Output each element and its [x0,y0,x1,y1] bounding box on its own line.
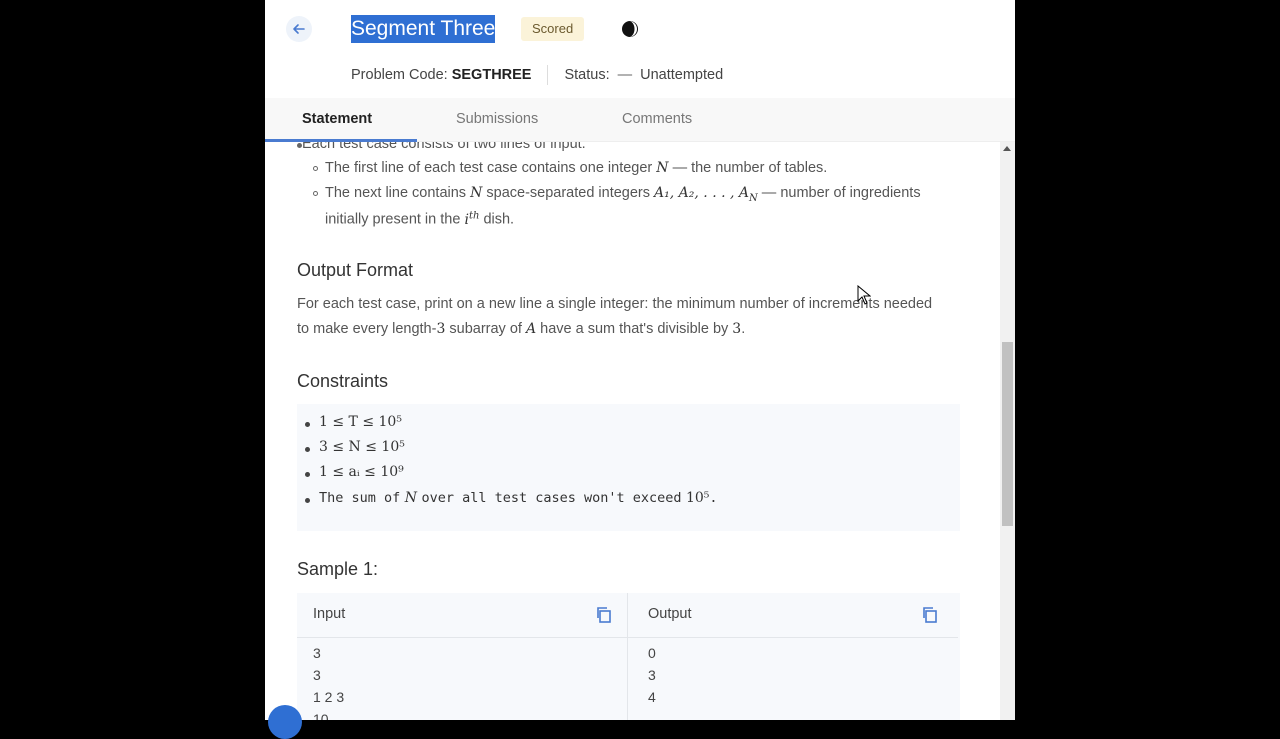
problem-code: SEGTHREE [451,67,532,83]
page-title: Segment Three [351,15,496,43]
sample-input-line: 3 [313,667,321,683]
arrow-left-icon [293,24,305,34]
bullet-dot [305,422,310,427]
tab-statement[interactable]: Statement [302,98,372,141]
bullet-dot [305,447,310,452]
problem-header: Segment Three Scored Problem Code: SEGTH… [265,0,1015,98]
statement-content: Each test case consists of two lines of … [265,142,1000,720]
sample-input-line: 1 2 3 [313,689,345,705]
problem-page: Segment Three Scored Problem Code: SEGTH… [265,0,1015,720]
bullet-dot [305,498,310,503]
back-button[interactable] [286,16,312,42]
status-label: Status: [564,67,610,83]
constraint-1: 1 ≤ T ≤ 10⁵ [319,414,402,430]
output-format-heading: Output Format [297,260,414,280]
constraint-2: 3 ≤ N ≤ 10⁵ [319,439,405,455]
moon-icon[interactable] [621,19,641,39]
bullet-dot [305,472,310,477]
bullet-circle [313,191,318,196]
mouse-pointer-icon [857,285,871,305]
input-line-3: initially present in the ith dish. [325,210,515,228]
problem-meta: Problem Code: SEGTHREE Status: — Unattem… [351,65,723,85]
sample-output-line: 0 [648,645,656,661]
sample-input-line: 3 [313,645,321,661]
input-format-line: Each test case consists of two lines of … [302,142,586,152]
scroll-up-arrow-icon[interactable] [1003,146,1011,151]
bullet-circle [313,166,318,171]
sample-input-line: 10 [313,711,329,720]
copy-icon[interactable] [595,606,613,624]
tab-submissions[interactable]: Submissions [456,98,538,141]
sample-input-label: Input [313,606,346,622]
scored-badge: Scored [521,17,585,41]
status-dash: — [617,67,633,83]
status-value: Unattempted [640,67,724,83]
problem-code-label: Problem Code: [351,67,448,83]
floating-action-button[interactable] [268,705,302,739]
scrollbar-thumb[interactable] [1002,342,1013,526]
sample-input-column: Input 3 3 1 2 3 10 [297,593,627,720]
sample-output-line: 3 [648,667,656,683]
input-line-2: The next line contains N space-separated… [325,185,921,204]
sample-output-label: Output [648,606,692,622]
constraint-3: 1 ≤ aᵢ ≤ 10⁹ [319,464,404,480]
sample-input-header: Input [297,593,627,638]
tab-bar: Statement Submissions Comments [265,98,1015,142]
sample-output-header: Output [628,593,958,638]
constraints-box: 1 ≤ T ≤ 10⁵ 3 ≤ N ≤ 10⁵ 1 ≤ aᵢ ≤ 10⁹ The… [297,404,960,531]
input-line-1: The first line of each test case contain… [325,160,828,176]
meta-divider [547,65,549,85]
sample-output-column: Output 0 3 4 [628,593,958,720]
copy-icon[interactable] [921,606,939,624]
constraints-heading: Constraints [297,371,389,391]
constraint-4: The sum of N over all test cases won't e… [319,490,718,506]
vertical-scrollbar[interactable] [1000,142,1015,720]
tab-comments[interactable]: Comments [622,98,692,141]
sample-table: Input 3 3 1 2 3 10 Output 0 3 4 [297,593,960,720]
sample-heading: Sample 1: [297,559,379,579]
sample-output-line: 4 [648,689,656,705]
